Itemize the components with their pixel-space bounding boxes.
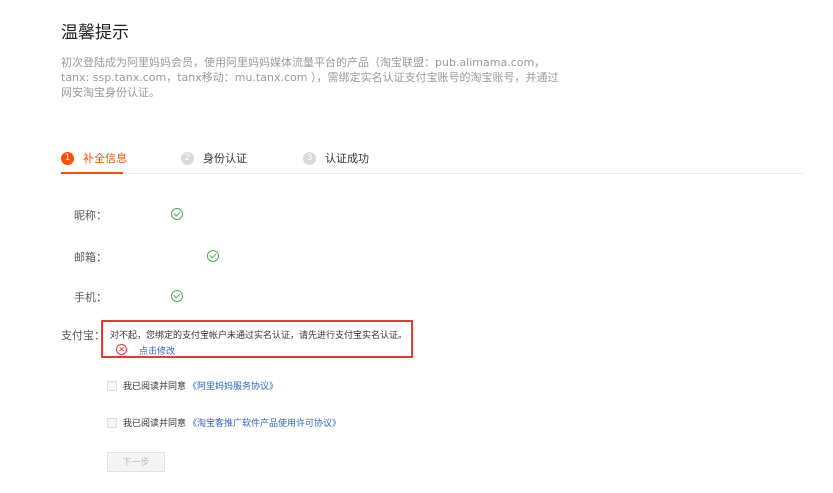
alipay-error-message: 对不起，您绑定的支付宝帐户未通过实名认证，请先进行支付宝实名认证。: [110, 331, 408, 341]
nickname-label: 昵称：: [74, 209, 107, 222]
page-title: 温馨提示: [61, 23, 129, 43]
check-circle-icon: [207, 250, 219, 262]
step-label: 补全信息: [83, 152, 127, 165]
check-circle-icon: [171, 290, 183, 302]
steps-bar: 1 补全信息 2 身份认证 3 认证成功: [61, 147, 803, 174]
agreement-prefix: 我已阅读并同意: [123, 419, 187, 429]
agreement-row-1: 我已阅读并同意 《阿里妈妈服务协议》: [107, 379, 278, 392]
software-license-agreement-link[interactable]: 《淘宝客推广软件产品使用许可协议》: [188, 416, 341, 429]
alimama-service-agreement-link[interactable]: 《阿里妈妈服务协议》: [188, 379, 278, 392]
agreement-prefix: 我已阅读并同意: [123, 382, 187, 392]
step-2: 2 身份认证: [181, 150, 247, 166]
phone-label: 手机：: [74, 291, 107, 304]
alipay-label: 支付宝：: [61, 329, 105, 342]
intro-description: 初次登陆成为阿里妈妈会员，使用阿里妈妈媒体流量平台的产品（淘宝联盟：pub.al…: [61, 56, 559, 99]
x-circle-icon: ✕: [116, 344, 127, 355]
step-number: 1: [61, 151, 74, 165]
agreement-checkbox[interactable]: [107, 380, 117, 391]
active-step-underline: [61, 172, 123, 174]
step-1: 1 补全信息: [61, 150, 127, 166]
step-3: 3 认证成功: [303, 150, 369, 166]
step-number: 3: [303, 151, 316, 165]
agreement-checkbox[interactable]: [107, 417, 117, 428]
step-number: 2: [181, 151, 194, 165]
fix-alipay-link[interactable]: 点击修改: [139, 344, 175, 357]
step-label: 认证成功: [325, 152, 369, 165]
check-circle-icon: [171, 208, 183, 220]
alipay-error-box: 对不起，您绑定的支付宝帐户未通过实名认证，请先进行支付宝实名认证。 ✕ 点击修改: [101, 320, 413, 358]
email-label: 邮箱：: [74, 251, 107, 264]
next-step-button[interactable]: 下一步: [107, 452, 165, 472]
step-label: 身份认证: [203, 152, 247, 165]
agreement-row-2: 我已阅读并同意 《淘宝客推广软件产品使用许可协议》: [107, 416, 341, 429]
